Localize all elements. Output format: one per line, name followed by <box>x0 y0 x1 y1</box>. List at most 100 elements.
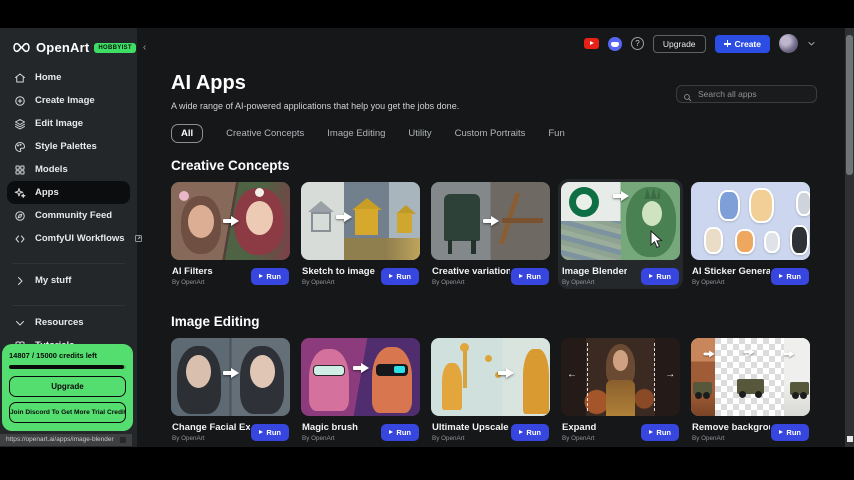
sidebar-item-create-image[interactable]: Create Image <box>7 89 130 112</box>
sidebar: OpenArt HOBBYIST ‹ Home Create Image Edi… <box>0 28 137 447</box>
arrow-right-icon <box>223 216 240 226</box>
play-icon <box>259 274 263 278</box>
upgrade-plan-button[interactable]: Upgrade <box>9 376 126 397</box>
card-meta: Change Facial Expression By OpenArt <box>172 422 250 442</box>
app-card-ultimate-upscale[interactable]: Ultimate Upscale By OpenArt Run <box>428 335 553 445</box>
search-box <box>676 84 817 102</box>
youtube-icon[interactable] <box>584 38 599 49</box>
run-button[interactable]: Run <box>641 424 679 441</box>
upgrade-button[interactable]: Upgrade <box>653 35 706 53</box>
app-card-magic-brush[interactable]: Magic brush By OpenArt Run <box>298 335 423 445</box>
plus-icon <box>724 40 731 47</box>
card-footer: Ultimate Upscale By OpenArt Run <box>431 422 550 442</box>
tab-creative-concepts[interactable]: Creative Concepts <box>226 128 304 139</box>
help-icon[interactable]: ? <box>631 37 644 50</box>
sidebar-item-comfyui-workflows[interactable]: ComfyUI Workflows <box>7 227 130 250</box>
run-button[interactable]: Run <box>251 424 289 441</box>
card-footer: Magic brush By OpenArt Run <box>301 422 420 442</box>
thumb-decor <box>308 201 334 212</box>
app-card-creative-variations[interactable]: Creative variations By OpenArt Run <box>428 179 553 289</box>
thumb-decor <box>642 201 662 226</box>
run-button[interactable]: Run <box>771 268 809 285</box>
openart-logo-icon[interactable] <box>12 41 31 54</box>
scrollbar-down-button[interactable] <box>847 436 853 442</box>
thumb-decor <box>764 231 781 253</box>
sidebar-item-home[interactable]: Home <box>7 66 130 89</box>
run-button[interactable]: Run <box>251 268 289 285</box>
tab-fun[interactable]: Fun <box>548 128 564 139</box>
card-meta: Image Blender By OpenArt <box>562 266 627 286</box>
play-icon <box>649 430 653 434</box>
create-button-label: Create <box>735 39 761 49</box>
app-card-image-blender[interactable]: Image Blender By OpenArt Run <box>558 179 683 289</box>
search-input[interactable] <box>676 85 817 103</box>
tab-utility[interactable]: Utility <box>408 128 431 139</box>
layers-icon <box>13 117 26 130</box>
sketch-to-image-thumbnail <box>301 182 420 260</box>
sidebar-item-style-palettes[interactable]: Style Palettes <box>7 135 130 158</box>
compass-icon <box>13 209 26 222</box>
credits-progress-fill <box>9 365 124 369</box>
crop-guide <box>587 343 588 412</box>
arrow-right-icon <box>223 368 240 378</box>
create-button[interactable]: Create <box>715 35 770 53</box>
search-icon <box>683 89 692 107</box>
join-discord-button[interactable]: Join Discord To Get More Trial Credits <box>9 402 126 423</box>
remove-background-thumbnail <box>691 338 810 416</box>
thumb-decor <box>355 209 379 236</box>
sidebar-item-my-stuff[interactable]: My stuff <box>7 269 130 292</box>
thumb-decor <box>613 350 628 370</box>
arrow-right-icon <box>613 191 630 201</box>
app-author: By OpenArt <box>562 279 627 286</box>
sidebar-item-edit-image[interactable]: Edit Image <box>7 112 130 135</box>
run-label: Run <box>266 272 281 281</box>
app-card-ai-sticker-generator[interactable]: AI Sticker Generator By OpenArt Run <box>688 179 813 289</box>
sidebar-item-label: Home <box>35 72 61 83</box>
sidebar-item-label: Edit Image <box>35 118 83 129</box>
run-button[interactable]: Run <box>381 268 419 285</box>
app-card-change-facial-expression[interactable]: Change Facial Expression By OpenArt Run <box>168 335 293 445</box>
sidebar-item-apps[interactable]: Apps <box>7 181 130 204</box>
app-title: Creative variations <box>432 266 510 277</box>
run-button[interactable]: Run <box>511 268 549 285</box>
run-button[interactable]: Run <box>381 424 419 441</box>
app-title: Image Blender <box>562 266 627 277</box>
card-meta: Creative variations By OpenArt <box>432 266 510 286</box>
card-meta: Sketch to image By OpenArt <box>302 266 375 286</box>
sidebar-item-community-feed[interactable]: Community Feed <box>7 204 130 227</box>
image-blender-thumbnail <box>561 182 680 260</box>
run-button[interactable]: Run <box>641 268 679 285</box>
app-author: By OpenArt <box>432 279 510 286</box>
app-title: Magic brush <box>302 422 358 433</box>
sidebar-item-resources[interactable]: Resources <box>7 311 130 334</box>
play-icon <box>519 274 523 278</box>
thumb-decor <box>311 212 331 232</box>
run-label: Run <box>396 272 411 281</box>
thumb-decor <box>796 191 810 216</box>
tab-custom-portraits[interactable]: Custom Portraits <box>455 128 526 139</box>
ai-filters-thumbnail <box>171 182 290 260</box>
scrollbar[interactable] <box>845 28 854 447</box>
app-card-sketch-to-image[interactable]: Sketch to image By OpenArt Run <box>298 179 423 289</box>
app-card-ai-filters[interactable]: AI Filters By OpenArt Run <box>168 179 293 289</box>
app-title: Ultimate Upscale <box>432 422 509 433</box>
app-card-expand[interactable]: ← → Expand By OpenArt Run <box>558 335 683 445</box>
arrow-right-icon <box>498 368 515 378</box>
profile-chevron-down-icon[interactable] <box>807 35 816 53</box>
sidebar-item-label: My stuff <box>35 275 71 286</box>
play-icon <box>259 430 263 434</box>
home-icon <box>13 71 26 84</box>
avatar[interactable] <box>779 34 798 53</box>
tab-all[interactable]: All <box>171 124 203 143</box>
app-card-remove-background[interactable]: Remove background By OpenArt Run <box>688 335 813 445</box>
tab-image-editing[interactable]: Image Editing <box>327 128 385 139</box>
scrollbar-thumb[interactable] <box>846 35 853 175</box>
app-window: OpenArt HOBBYIST ‹ Home Create Image Edi… <box>0 0 854 480</box>
run-button[interactable]: Run <box>771 424 809 441</box>
discord-icon[interactable] <box>608 37 622 51</box>
arrow-right-icon <box>703 350 715 357</box>
thumb-decor <box>313 365 345 377</box>
arrow-right-icon <box>483 216 500 226</box>
sidebar-item-models[interactable]: Models <box>7 158 130 181</box>
run-button[interactable]: Run <box>511 424 549 441</box>
